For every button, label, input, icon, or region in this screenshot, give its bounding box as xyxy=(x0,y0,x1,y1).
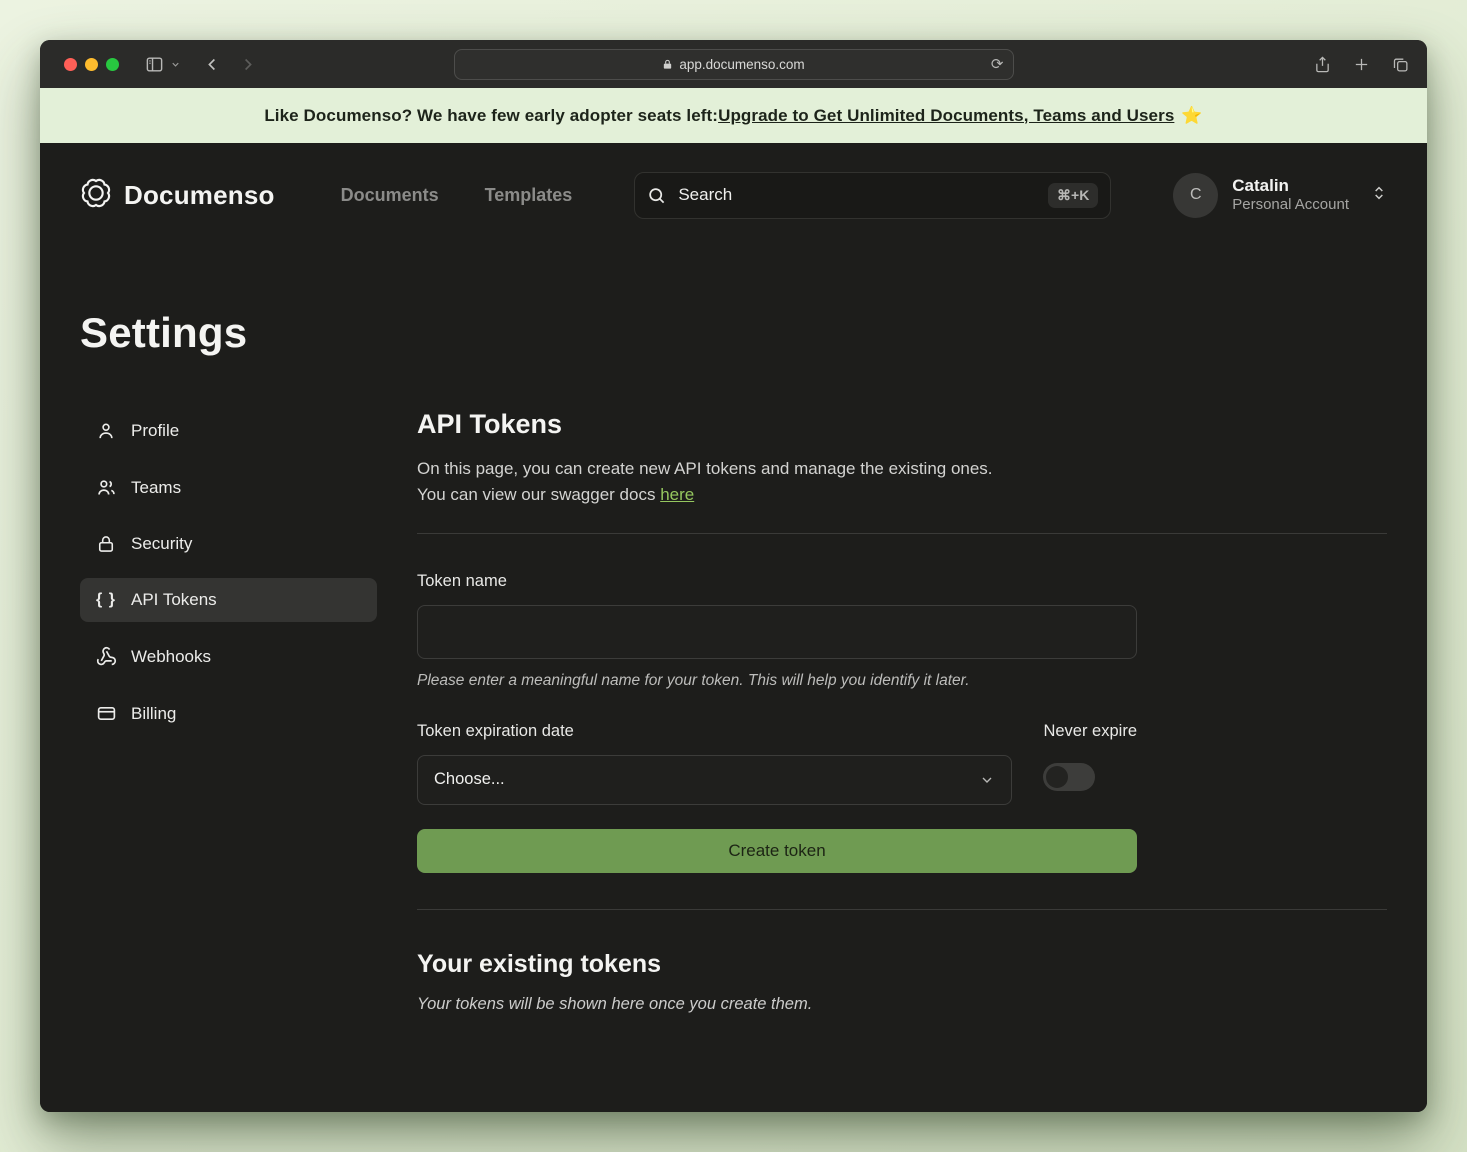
documenso-logo-icon xyxy=(80,177,112,214)
settings-sidebar: Profile Teams Security { } API Token xyxy=(80,409,377,1014)
top-nav: Documents Templates xyxy=(341,185,573,206)
sidebar-item-label: Billing xyxy=(131,704,176,724)
api-tokens-panel: API Tokens On this page, you can create … xyxy=(417,409,1387,1014)
app-area: Documenso Documents Templates Search ⌘+K… xyxy=(40,143,1427,1112)
chevron-down-icon[interactable] xyxy=(170,59,181,70)
upgrade-banner: Like Documenso? We have few early adopte… xyxy=(40,88,1427,143)
lock-icon xyxy=(95,534,117,554)
brand[interactable]: Documenso xyxy=(80,177,275,214)
brand-name: Documenso xyxy=(124,180,275,211)
sidebar-item-label: Profile xyxy=(131,421,179,441)
expiration-label: Token expiration date xyxy=(417,722,1012,741)
search-icon xyxy=(647,186,666,205)
sidebar-item-billing[interactable]: Billing xyxy=(80,691,377,736)
sidebar-item-label: Teams xyxy=(131,478,181,498)
account-name: Catalin xyxy=(1232,175,1349,196)
section-title: API Tokens xyxy=(417,409,1387,440)
webhook-icon xyxy=(95,646,117,667)
browser-window: app.documenso.com ⟳ Like Documenso? We h… xyxy=(40,40,1427,1112)
app-header: Documenso Documents Templates Search ⌘+K… xyxy=(80,143,1387,241)
section-description: On this page, you can create new API tok… xyxy=(417,456,1387,509)
account-type: Personal Account xyxy=(1232,196,1349,215)
never-expire-label: Never expire xyxy=(1043,722,1137,741)
create-token-button[interactable]: Create token xyxy=(417,829,1137,873)
sidebar-item-webhooks[interactable]: Webhooks xyxy=(80,634,377,679)
share-icon[interactable] xyxy=(1314,56,1331,73)
chevrons-up-down-icon xyxy=(1371,185,1387,206)
star-emoji: ⭐ xyxy=(1181,106,1202,126)
forward-button[interactable] xyxy=(240,57,255,72)
lock-icon xyxy=(662,58,673,71)
banner-text: Like Documenso? We have few early adopte… xyxy=(264,106,718,126)
expiration-selected-value: Choose... xyxy=(434,770,505,789)
divider xyxy=(417,909,1387,910)
reload-icon[interactable]: ⟳ xyxy=(991,55,1004,73)
nav-templates[interactable]: Templates xyxy=(485,185,573,206)
search-shortcut-badge: ⌘+K xyxy=(1048,183,1098,208)
tab-overview-icon[interactable] xyxy=(1392,56,1409,73)
sidebar-item-label: Webhooks xyxy=(131,647,211,667)
avatar: C xyxy=(1173,173,1218,218)
minimize-window-button[interactable] xyxy=(85,58,98,71)
user-icon xyxy=(95,421,117,441)
url-text: app.documenso.com xyxy=(679,57,804,72)
token-name-input[interactable] xyxy=(417,605,1137,659)
swagger-docs-link[interactable]: here xyxy=(660,485,694,504)
browser-toolbar: app.documenso.com ⟳ xyxy=(40,40,1427,88)
back-button[interactable] xyxy=(205,57,220,72)
never-expire-toggle[interactable] xyxy=(1043,763,1095,791)
zoom-window-button[interactable] xyxy=(106,58,119,71)
sidebar-item-profile[interactable]: Profile xyxy=(80,409,377,453)
divider xyxy=(417,533,1387,534)
search-placeholder: Search xyxy=(678,185,1036,205)
token-name-hint: Please enter a meaningful name for your … xyxy=(417,672,1387,690)
users-icon xyxy=(95,477,117,498)
chevron-down-icon xyxy=(979,772,995,788)
account-menu[interactable]: C Catalin Personal Account xyxy=(1173,173,1387,218)
sidebar-item-security[interactable]: Security xyxy=(80,522,377,566)
address-bar[interactable]: app.documenso.com ⟳ xyxy=(454,49,1014,80)
existing-tokens-empty-text: Your tokens will be shown here once you … xyxy=(417,995,1387,1014)
page-title: Settings xyxy=(80,309,1387,357)
sidebar-toggle-icon[interactable] xyxy=(145,55,164,74)
token-name-label: Token name xyxy=(417,572,1387,591)
sidebar-item-label: Security xyxy=(131,534,192,554)
upgrade-link[interactable]: Upgrade to Get Unlimited Documents, Team… xyxy=(718,106,1174,126)
sidebar-item-label: API Tokens xyxy=(131,590,217,610)
expiration-select[interactable]: Choose... xyxy=(417,755,1012,805)
search-input[interactable]: Search ⌘+K xyxy=(634,172,1111,219)
toggle-knob xyxy=(1046,766,1068,788)
sidebar-item-teams[interactable]: Teams xyxy=(80,465,377,510)
nav-documents[interactable]: Documents xyxy=(341,185,439,206)
braces-icon: { } xyxy=(95,591,117,609)
existing-tokens-title: Your existing tokens xyxy=(417,950,1387,979)
traffic-lights xyxy=(64,58,119,71)
credit-card-icon xyxy=(95,703,117,724)
sidebar-item-api-tokens[interactable]: { } API Tokens xyxy=(80,578,377,622)
close-window-button[interactable] xyxy=(64,58,77,71)
new-tab-icon[interactable] xyxy=(1353,56,1370,73)
